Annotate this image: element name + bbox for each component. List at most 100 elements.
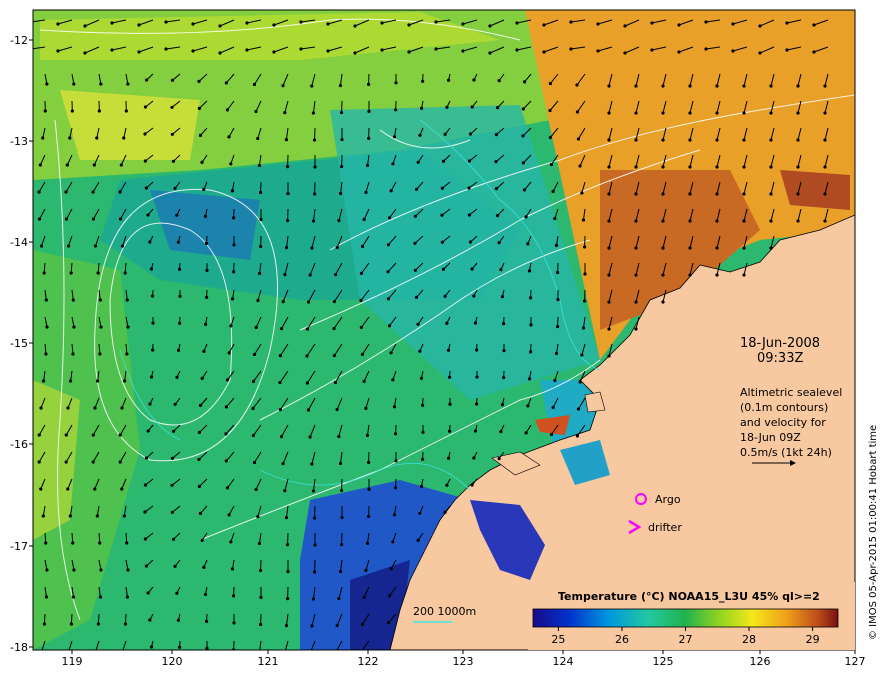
velocity-vector-head bbox=[556, 297, 560, 302]
velocity-vector-head bbox=[332, 326, 336, 331]
velocity-vector-head bbox=[143, 483, 148, 487]
velocity-vector-head bbox=[340, 164, 344, 169]
velocity-vector-head bbox=[245, 48, 249, 52]
velocity-vector-head bbox=[769, 138, 773, 142]
velocity-vector-head bbox=[171, 537, 176, 541]
x-tick-label: 124 bbox=[553, 655, 574, 668]
velocity-vector-head bbox=[634, 192, 638, 196]
x-tick-marks bbox=[71, 650, 856, 654]
velocity-vector-head bbox=[83, 51, 87, 55]
velocity-vector-head bbox=[178, 321, 182, 325]
sst-yellow-patch-nw bbox=[60, 90, 200, 160]
velocity-vector-head bbox=[500, 403, 505, 407]
velocity-vector-head bbox=[769, 165, 773, 169]
velocity-vector-head bbox=[524, 431, 528, 435]
velocity-vector-head bbox=[796, 219, 800, 223]
velocity-vector-head bbox=[66, 487, 70, 491]
velocity-vector-head bbox=[259, 595, 263, 600]
velocity-vector-head bbox=[145, 78, 149, 82]
velocity-vector-head bbox=[475, 402, 479, 406]
velocity-vector-head bbox=[583, 299, 587, 303]
velocity-vector-head bbox=[461, 49, 465, 53]
altimetry-note-line: and velocity for bbox=[740, 416, 826, 429]
velocity-vector-head bbox=[467, 213, 471, 217]
velocity-vector-head bbox=[548, 135, 552, 140]
velocity-vector-head bbox=[360, 244, 365, 248]
velocity-vector-head bbox=[387, 594, 392, 598]
velocity-vector-head bbox=[501, 322, 506, 326]
altimetry-note-line: (0.1m contours) bbox=[740, 401, 828, 414]
velocity-vector-head bbox=[548, 108, 552, 113]
velocity-vector-head bbox=[338, 461, 343, 466]
velocity-vector-head bbox=[448, 402, 452, 406]
velocity-vector-head bbox=[308, 435, 312, 439]
velocity-vector-head bbox=[413, 241, 417, 245]
velocity-vector-head bbox=[758, 24, 762, 28]
velocity-vector-head bbox=[472, 294, 476, 298]
velocity-vector-head bbox=[118, 217, 123, 221]
velocity-vector-head bbox=[176, 618, 181, 622]
velocity-vector-head bbox=[96, 271, 100, 275]
velocity-vector-head bbox=[146, 429, 150, 433]
y-tick-label: -16 bbox=[10, 438, 28, 451]
velocity-vector-head bbox=[256, 514, 260, 519]
velocity-vector-head bbox=[475, 375, 479, 379]
velocity-vector-head bbox=[407, 50, 411, 54]
y-tick-label: -15 bbox=[10, 337, 28, 350]
velocity-vector-head bbox=[45, 325, 49, 329]
velocity-vector-head bbox=[420, 403, 425, 407]
velocity-vector-head bbox=[143, 510, 147, 514]
velocity-vector-head bbox=[596, 49, 600, 53]
velocity-vector-head bbox=[353, 51, 357, 55]
colorbar-tick-label: 27 bbox=[679, 633, 693, 646]
velocity-vector-head bbox=[44, 352, 48, 356]
velocity-vector-head bbox=[502, 376, 506, 380]
velocity-vector-head bbox=[229, 540, 233, 544]
velocity-vector-head bbox=[71, 352, 75, 356]
argo-label: Argo bbox=[655, 493, 681, 506]
velocity-vector-head bbox=[143, 537, 147, 541]
velocity-vector-head bbox=[231, 594, 236, 598]
velocity-vector-head bbox=[72, 82, 76, 86]
velocity-vector-head bbox=[122, 379, 127, 383]
velocity-vector-head bbox=[769, 111, 773, 115]
velocity-vector-head bbox=[232, 621, 236, 625]
velocity-vector-head bbox=[170, 78, 175, 82]
velocity-vector-head bbox=[461, 22, 465, 26]
y-tick-label: -12 bbox=[10, 34, 28, 47]
velocity-vector-head bbox=[198, 133, 203, 137]
velocity-vector-head bbox=[688, 219, 692, 223]
velocity-vector-head bbox=[715, 273, 719, 277]
velocity-vector-head bbox=[284, 245, 289, 250]
velocity-vector-head bbox=[499, 268, 503, 272]
velocity-vector-head bbox=[95, 136, 99, 140]
velocity-vector-head bbox=[197, 430, 202, 434]
velocity-vector-head bbox=[41, 136, 45, 140]
velocity-vector-head bbox=[688, 138, 692, 142]
velocity-vector-head bbox=[607, 165, 611, 169]
velocity-vector-head bbox=[283, 651, 286, 654]
velocity-vector-head bbox=[251, 379, 256, 384]
x-tick-label: 123 bbox=[453, 655, 474, 668]
velocity-vector-head bbox=[299, 47, 303, 51]
velocity-vector-head bbox=[110, 48, 114, 52]
velocity-vector-head bbox=[202, 565, 206, 569]
velocity-vector-head bbox=[414, 187, 419, 191]
velocity-vector-head bbox=[29, 20, 32, 23]
velocity-vector-head bbox=[769, 84, 773, 88]
velocity-vector-head bbox=[497, 79, 501, 83]
velocity-vector-head bbox=[175, 213, 179, 217]
velocity-vector-head bbox=[445, 321, 449, 325]
copyright-label: © IMOS 05-Apr-2015 01:00:41 Hobart time bbox=[868, 425, 879, 640]
velocity-vector-head bbox=[704, 20, 708, 24]
velocity-vector-head bbox=[205, 295, 209, 299]
velocity-vector-head bbox=[473, 429, 478, 433]
velocity-vector-head bbox=[583, 272, 587, 276]
velocity-vector-head bbox=[365, 541, 370, 545]
velocity-vector-head bbox=[286, 569, 290, 574]
velocity-vector-head bbox=[769, 192, 773, 196]
colorbar-tick-label: 26 bbox=[615, 633, 629, 646]
velocity-vector-head bbox=[64, 217, 69, 221]
velocity-vector-head bbox=[146, 591, 150, 595]
time-label: 09:33Z bbox=[757, 351, 803, 366]
